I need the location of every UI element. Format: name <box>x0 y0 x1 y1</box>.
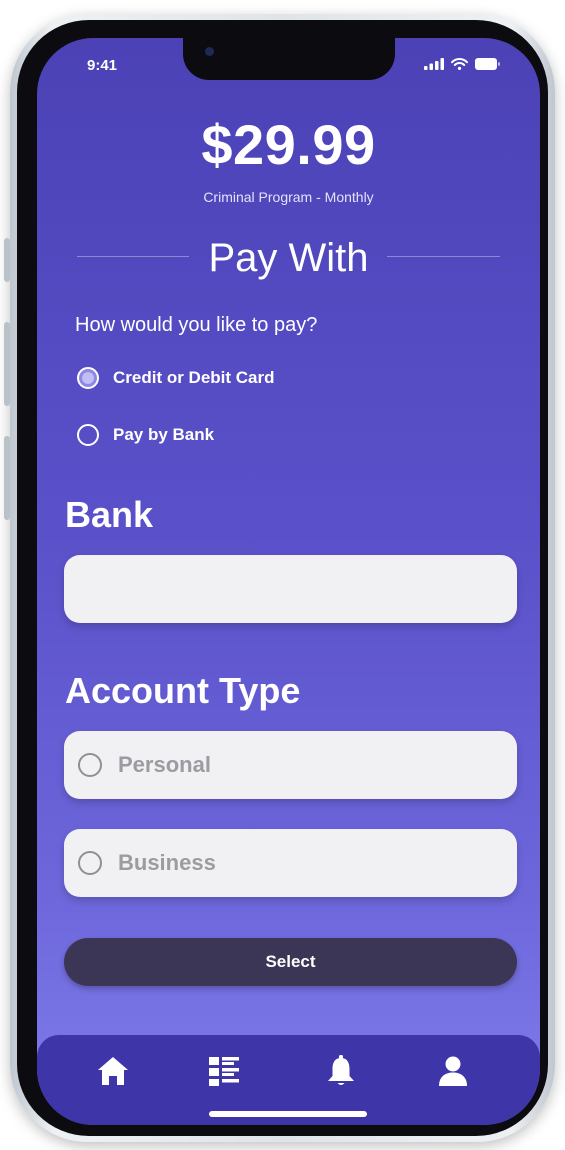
profile-icon <box>439 1056 467 1086</box>
status-icons <box>424 58 500 70</box>
tab-bar <box>37 1035 540 1125</box>
account-type-label: Business <box>118 850 216 875</box>
account-type-business[interactable]: Business <box>64 829 517 897</box>
price: $29.99 <box>201 113 376 176</box>
radio-unselected-icon[interactable] <box>78 753 102 777</box>
tab-notifications[interactable] <box>321 1051 361 1091</box>
screen: 9:41 $29.99 Criminal Program - Monthly P… <box>37 38 540 1125</box>
home-indicator <box>209 1111 367 1117</box>
home-icon <box>98 1057 128 1085</box>
bank-input[interactable] <box>64 555 517 623</box>
battery-icon <box>475 58 500 70</box>
side-button-volume-down <box>4 436 10 520</box>
account-type-heading: Account Type <box>65 670 301 711</box>
bell-icon <box>328 1055 354 1085</box>
tab-list[interactable] <box>204 1051 244 1091</box>
radio-unselected-icon[interactable] <box>78 851 102 875</box>
camera-icon <box>205 47 214 56</box>
wifi-icon <box>451 58 468 70</box>
payment-option-bank[interactable]: Pay by Bank <box>77 424 214 446</box>
notch <box>183 38 395 80</box>
account-type-label: Personal <box>118 752 211 777</box>
payment-option-label: Credit or Debit Card <box>113 368 275 387</box>
plan-name: Criminal Program - Monthly <box>203 189 374 205</box>
side-button-volume-up <box>4 322 10 406</box>
list-icon <box>209 1057 239 1086</box>
payment-option-label: Pay by Bank <box>113 425 215 444</box>
divider-right <box>387 256 500 257</box>
tab-profile[interactable] <box>433 1051 473 1091</box>
radio-selected-icon[interactable] <box>77 367 99 389</box>
radio-unselected-icon[interactable] <box>77 424 99 446</box>
select-button[interactable]: Select <box>64 938 517 986</box>
side-button-mute <box>4 238 10 282</box>
status-time: 9:41 <box>87 57 118 74</box>
pay-with-title: Pay With <box>208 236 369 280</box>
payment-question: How would you like to pay? <box>75 314 318 336</box>
tab-home[interactable] <box>93 1051 133 1091</box>
payment-option-card[interactable]: Credit or Debit Card <box>77 367 275 389</box>
cellular-signal-icon <box>424 58 444 70</box>
bank-heading: Bank <box>65 494 154 535</box>
account-type-personal[interactable]: Personal <box>64 731 517 799</box>
